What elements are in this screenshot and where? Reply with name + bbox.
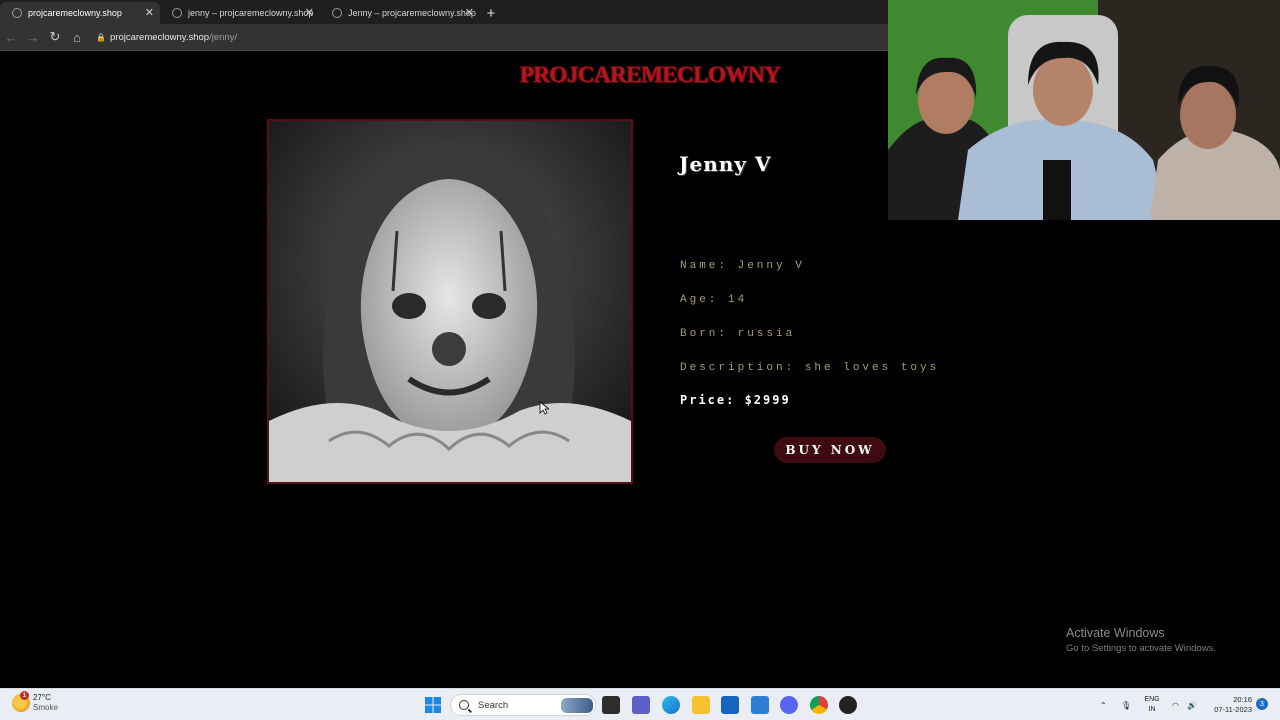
site-logo[interactable]: PROJCAREMECLOWNY xyxy=(520,62,781,88)
browser-tab-strip: projcaremeclowny.shop ✕ jenny – projcare… xyxy=(0,0,888,24)
app-icon[interactable] xyxy=(839,696,857,714)
tab-1[interactable]: projcaremeclowny.shop ✕ xyxy=(0,2,160,24)
language-indicator[interactable]: ENG IN xyxy=(1142,695,1162,715)
screen: projcaremeclowny.shop ✕ jenny – projcare… xyxy=(0,0,1280,720)
product-image xyxy=(267,119,633,484)
tab-title: Jenny – projcaremeclowny.shop xyxy=(348,8,476,18)
activate-windows-subtitle: Go to Settings to activate Windows. xyxy=(1066,643,1216,654)
reload-button[interactable]: ↻ xyxy=(44,26,66,48)
chrome-icon[interactable] xyxy=(810,696,828,714)
notification-badge[interactable]: 3 xyxy=(1256,698,1268,710)
close-icon[interactable]: ✕ xyxy=(465,6,474,19)
home-button[interactable]: ⌂ xyxy=(66,26,88,48)
taskbar-search[interactable]: Search xyxy=(450,694,596,716)
weather-temp: 27°C xyxy=(33,693,51,702)
globe-icon xyxy=(172,8,182,18)
search-highlight-image xyxy=(561,698,593,713)
teams-icon[interactable] xyxy=(632,696,650,714)
browser-toolbar: ← → ↻ ⌂ 🔒 projcaremeclowny.shop/jenny/ xyxy=(0,24,888,50)
close-icon[interactable]: ✕ xyxy=(145,6,154,19)
new-tab-button[interactable]: + xyxy=(480,2,502,24)
clock[interactable]: 20:16 07-11-2023 xyxy=(1204,695,1252,715)
product-born: Born: russia xyxy=(680,328,796,340)
clock-date: 07-11-2023 xyxy=(1214,705,1252,714)
start-button[interactable] xyxy=(424,696,442,714)
arrow-right-icon: → xyxy=(26,29,40,45)
webcam-overlay xyxy=(888,0,1280,220)
file-explorer-icon[interactable] xyxy=(692,696,710,714)
tab-title: projcaremeclowny.shop xyxy=(28,8,122,18)
tab-3[interactable]: Jenny – projcaremeclowny.shop ✕ xyxy=(320,2,480,24)
product-name: Name: Jenny V xyxy=(680,260,805,272)
clown-portrait-image xyxy=(269,121,631,482)
store-icon[interactable] xyxy=(721,696,739,714)
clock-time: 20:16 xyxy=(1233,695,1252,704)
plus-icon: + xyxy=(486,4,496,22)
wifi-icon[interactable]: ◠ xyxy=(1172,689,1179,720)
windows-icon xyxy=(425,697,441,713)
home-icon: ⌂ xyxy=(73,29,81,45)
chevron-up-icon: ⌃ xyxy=(1100,700,1107,710)
arrow-left-icon: ← xyxy=(4,29,18,45)
lock-icon: 🔒 xyxy=(96,32,106,42)
volume-icon[interactable]: 🔊 xyxy=(1187,689,1197,720)
weather-widget[interactable]: 1 27°C Smoke xyxy=(12,691,58,713)
edge-icon[interactable] xyxy=(662,696,680,714)
back-button[interactable]: ← xyxy=(0,26,22,48)
globe-icon xyxy=(12,8,22,18)
lang-line-2: IN xyxy=(1148,706,1156,713)
divider xyxy=(0,50,888,51)
mail-icon[interactable] xyxy=(751,696,769,714)
taskbar: 1 27°C Smoke Search ⌃ 🎙 ENG IN ◠ 🔊 20:16… xyxy=(0,688,1280,720)
url-host: projcaremeclowny.shop xyxy=(110,31,210,43)
globe-icon xyxy=(332,8,342,18)
search-placeholder: Search xyxy=(478,699,509,711)
weather-icon: 1 xyxy=(12,691,30,712)
url-path: /jenny/ xyxy=(209,31,238,43)
tab-2[interactable]: jenny – projcaremeclowny.shop ✕ xyxy=(160,2,320,24)
task-view-icon[interactable] xyxy=(602,696,620,714)
search-icon xyxy=(459,700,469,710)
product-age: Age: 14 xyxy=(680,294,748,306)
lang-line-1: ENG xyxy=(1144,696,1160,703)
buy-now-button[interactable]: BUY NOW xyxy=(774,437,886,463)
show-hidden-icons[interactable]: ⌃ xyxy=(1100,689,1107,720)
close-icon[interactable]: ✕ xyxy=(305,6,314,19)
tab-title: jenny – projcaremeclowny.shop xyxy=(188,8,314,18)
reload-icon: ↻ xyxy=(49,29,61,44)
microphone-icon[interactable]: 🎙 xyxy=(1121,689,1131,720)
product-price: Price: $2999 xyxy=(680,393,791,407)
webcam-video-image xyxy=(888,0,1280,220)
address-bar[interactable]: 🔒 projcaremeclowny.shop/jenny/ xyxy=(96,27,888,47)
weather-badge: 1 xyxy=(20,691,29,700)
product-description: Description: she loves toys xyxy=(680,362,940,374)
mouse-cursor-icon xyxy=(539,401,549,415)
discord-icon[interactable] xyxy=(780,696,798,714)
weather-desc: Smoke xyxy=(33,703,58,712)
activate-windows-title: Activate Windows xyxy=(1066,626,1165,640)
product-title: Jenny V xyxy=(679,152,772,176)
forward-button[interactable]: → xyxy=(22,26,44,48)
